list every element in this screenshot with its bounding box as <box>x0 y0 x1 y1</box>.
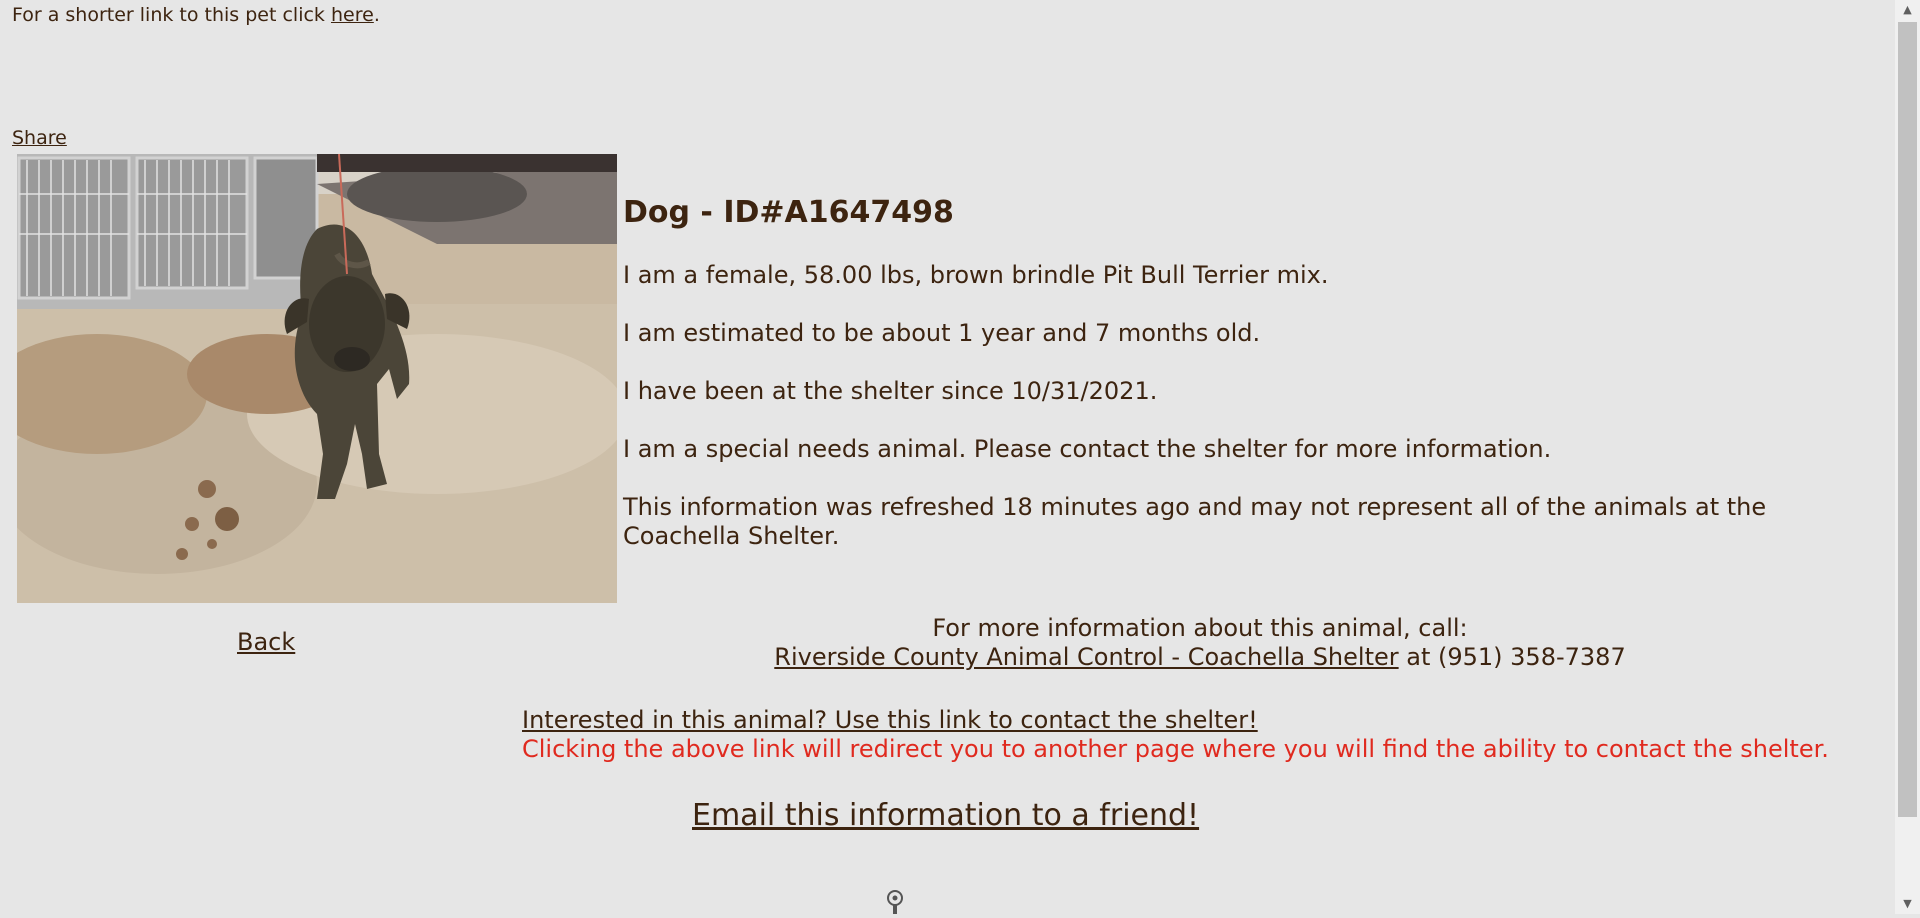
contact-intro: For more information about this animal, … <box>932 614 1468 642</box>
short-link-suffix: . <box>373 4 380 26</box>
shelter-link[interactable]: Riverside County Animal Control - Coache… <box>774 643 1398 671</box>
animal-description: I am a female, 58.00 lbs, brown brindle … <box>623 261 1329 289</box>
short-link-here[interactable]: here <box>331 4 374 26</box>
interest-section: Interested in this animal? Use this link… <box>522 706 1829 764</box>
scroll-thumb[interactable] <box>1898 22 1917 817</box>
back-link[interactable]: Back <box>237 628 295 656</box>
animal-age: I am estimated to be about 1 year and 7 … <box>623 319 1261 347</box>
scroll-down-icon[interactable]: ▼ <box>1895 894 1920 914</box>
spinner-icon <box>886 888 904 914</box>
short-link-prefix: For a shorter link to this pet click <box>12 4 331 26</box>
email-friend-link[interactable]: Email this information to a friend! <box>692 798 1199 833</box>
shelter-phone: at (951) 358-7387 <box>1398 643 1626 671</box>
redirect-note: Clicking the above link will redirect yo… <box>522 735 1829 763</box>
short-link-line: For a shorter link to this pet click her… <box>12 4 380 26</box>
animal-info: Dog - ID#A1647498 I am a female, 58.00 l… <box>623 198 1803 580</box>
scroll-up-icon[interactable]: ▲ <box>1895 0 1920 20</box>
share-link[interactable]: Share <box>12 127 67 149</box>
vertical-scrollbar[interactable]: ▲ ▼ <box>1895 0 1920 914</box>
contact-shelter-link[interactable]: Interested in this animal? Use this link… <box>522 706 1258 734</box>
animal-photo <box>17 154 617 603</box>
contact-line: Riverside County Animal Control - Coache… <box>680 643 1720 672</box>
animal-intake-date: I have been at the shelter since 10/31/2… <box>623 377 1158 405</box>
refresh-notice: This information was refreshed 18 minute… <box>623 493 1767 550</box>
animal-heading: Dog - ID#A1647498 <box>623 195 954 230</box>
animal-special-needs: I am a special needs animal. Please cont… <box>623 435 1552 463</box>
contact-info: For more information about this animal, … <box>680 614 1720 672</box>
